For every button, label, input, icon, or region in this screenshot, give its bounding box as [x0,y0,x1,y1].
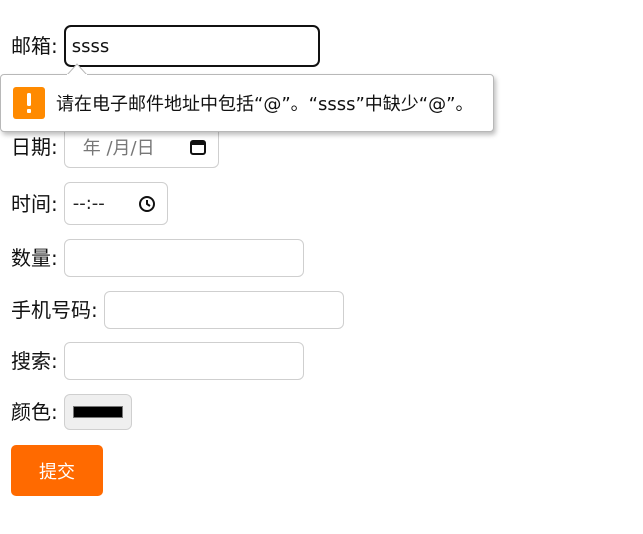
quantity-row: 数量: [11,239,304,277]
submit-button[interactable]: 提交 [11,445,103,496]
date-placeholder: 年 /月/日 [82,137,155,159]
warning-icon [13,87,45,119]
phone-input[interactable] [103,291,344,329]
time-label: 时间: [11,191,58,216]
search-label: 搜索: [11,349,58,373]
date-label: 日期: [11,134,58,159]
email-row: 邮箱: ssss [11,25,320,67]
clock-icon[interactable] [137,194,157,214]
time-row: 时间: --:-- [11,182,168,225]
email-label: 邮箱: [11,34,58,58]
calendar-icon[interactable] [188,137,208,157]
quantity-label: 数量: [11,246,58,270]
color-label: 颜色: [11,400,58,424]
validation-message: 请在电子邮件地址中包括“@”。“ssss”中缺少“@”。 [56,94,474,115]
email-input[interactable]: ssss [63,25,320,67]
time-input[interactable]: --:-- [63,182,168,225]
search-input[interactable] [63,342,304,380]
email-value: ssss [71,35,110,57]
color-row: 颜色: [11,394,132,430]
color-swatch [72,406,123,418]
search-row: 搜索: [11,342,304,380]
phone-row: 手机号码: [11,291,344,329]
tooltip-arrow [67,63,87,75]
phone-label: 手机号码: [11,298,98,322]
time-placeholder: --:-- [72,193,105,214]
quantity-input[interactable] [63,239,304,277]
color-picker[interactable] [63,394,132,430]
email-validation-tooltip: 请在电子邮件地址中包括“@”。“ssss”中缺少“@”。 [0,74,494,132]
